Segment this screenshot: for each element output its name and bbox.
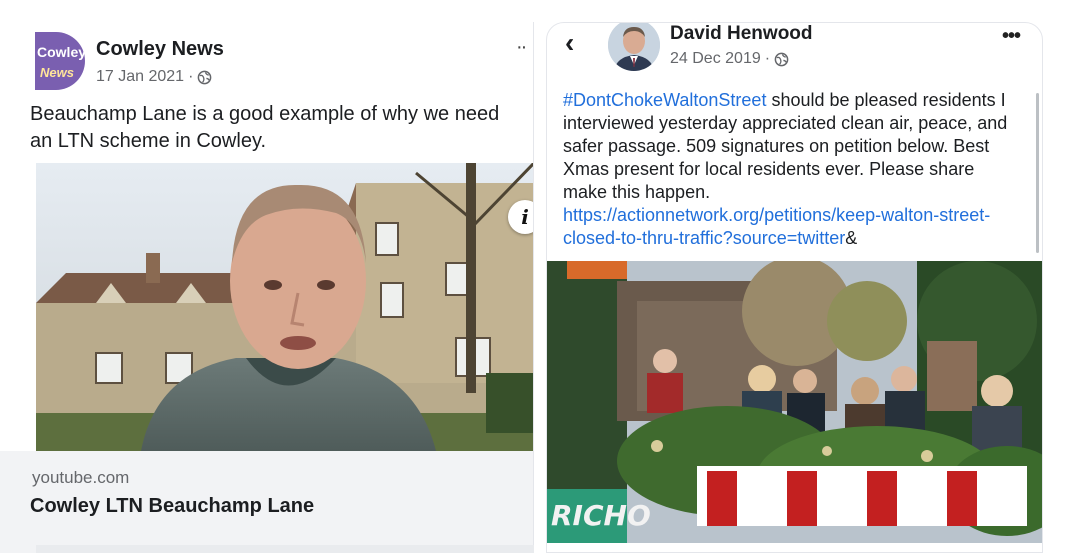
link-title[interactable]: Cowley LTN Beauchamp Lane — [30, 495, 314, 518]
profile-avatar[interactable] — [608, 23, 660, 71]
more-options-button[interactable]: ·· — [516, 36, 527, 59]
globe-icon — [198, 70, 212, 84]
url-suffix: & — [845, 228, 858, 248]
user-name[interactable]: David Henwood — [670, 23, 813, 45]
post-meta: 24 Dec 2019 · — [670, 50, 789, 68]
meta-separator: · — [764, 50, 771, 67]
scrollbar[interactable] — [1036, 93, 1039, 253]
hashtag-link[interactable]: #DontChokeWaltonStreet — [563, 90, 766, 110]
chevron-left-icon[interactable]: ‹ — [565, 27, 574, 59]
next-card-edge — [36, 545, 534, 553]
post-photo[interactable]: RICHO — [547, 261, 1042, 543]
post-date[interactable]: 17 Jan 2021 — [96, 68, 184, 86]
post-text-line1: Beauchamp Lane is a good example of why … — [30, 103, 500, 125]
petition-link[interactable]: https://actionnetwork.org/petitions/keep… — [563, 205, 990, 248]
post-text: Beauchamp Lane is a good example of why … — [30, 101, 533, 155]
video-thumbnail[interactable] — [36, 163, 533, 451]
banner-text: RICHO — [551, 499, 651, 532]
post-meta: 17 Jan 2021 · — [96, 68, 212, 86]
video-thumbnail-image — [36, 163, 533, 451]
cowley-news-post: Cowley News Cowley News 17 Jan 2021 · ··… — [0, 22, 534, 553]
post-date[interactable]: 24 Dec 2019 — [670, 50, 761, 68]
avatar-text-line2: News — [40, 65, 74, 80]
post-body: #DontChokeWaltonStreet should be pleased… — [563, 89, 1023, 250]
profile-photo — [608, 23, 660, 71]
avatar-text-line1: Cowley — [37, 44, 85, 60]
meta-separator: · — [188, 68, 194, 85]
link-domain: youtube.com — [32, 468, 130, 487]
globe-icon — [774, 52, 789, 66]
page-avatar[interactable]: Cowley News — [35, 32, 85, 90]
post-text-line2: an LTN scheme in Cowley. — [30, 130, 267, 152]
info-button[interactable]: i — [508, 200, 533, 234]
more-options-button[interactable]: ••• — [1002, 25, 1021, 48]
david-henwood-post: ‹ David Henwood 24 Dec 2019 · ••• #DontC… — [546, 22, 1043, 553]
page-name[interactable]: Cowley News — [96, 38, 224, 61]
